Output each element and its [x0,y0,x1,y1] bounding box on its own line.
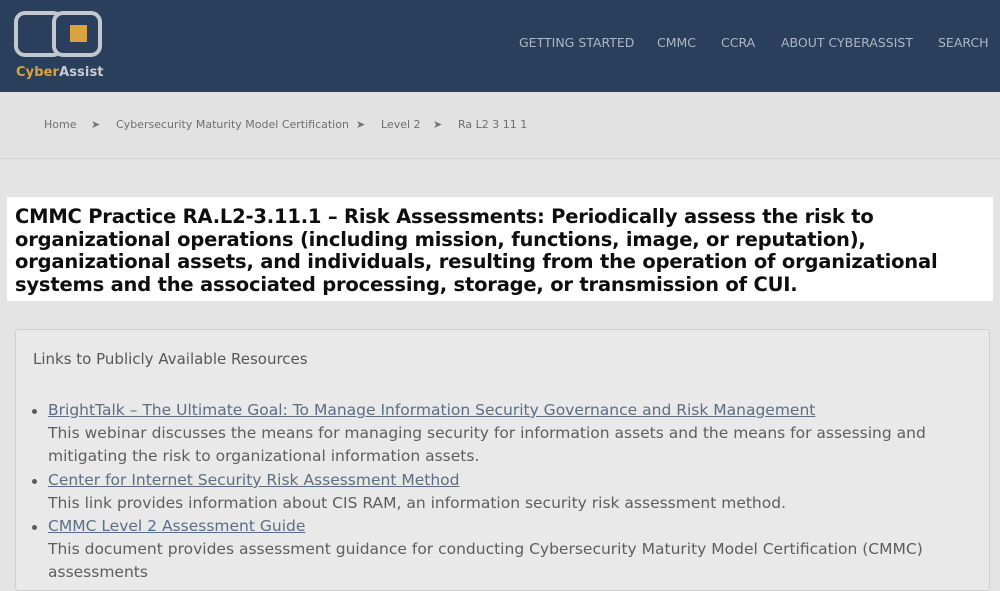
breadcrumb-separator-icon: ➤ [433,118,443,131]
resources-title: Links to Publicly Available Resources [33,350,308,368]
breadcrumb-separator-icon: ➤ [356,118,366,131]
breadcrumb-separator-icon: ➤ [91,118,101,131]
resource-description: This document provides assessment guidan… [48,540,923,581]
nav-cmmc[interactable]: CMMC [657,35,696,50]
brand-wordmark[interactable]: CyberAssist [16,65,104,80]
breadcrumb-home[interactable]: Home [44,118,76,131]
resource-link-cis-ram[interactable]: Center for Internet Security Risk Assess… [48,471,459,489]
page-title: CMMC Practice RA.L2-3.11.1 – Risk Assess… [15,205,938,296]
bullet-icon [32,525,37,530]
breadcrumb-cmmc[interactable]: Cybersecurity Maturity Model Certificati… [116,118,349,131]
nav-search[interactable]: SEARCH [938,35,989,50]
page-title-highlight: CMMC Practice RA.L2-3.11.1 – Risk Assess… [7,197,993,301]
nav-ccra[interactable]: CCRA [721,35,755,50]
breadcrumb-current: Ra L2 3 11 1 [458,118,528,131]
resource-link-assessment-guide[interactable]: CMMC Level 2 Assessment Guide [48,517,305,535]
bullet-icon [32,479,37,484]
site-header: CyberAssist GETTING STARTED CMMC CCRA AB… [0,0,1000,92]
breadcrumb-level-2[interactable]: Level 2 [381,118,421,131]
nav-getting-started[interactable]: GETTING STARTED [519,35,634,50]
resources-panel: Links to Publicly Available Resources Br… [15,329,990,591]
resource-link-brighttalk[interactable]: BrightTalk – The Ultimate Goal: To Manag… [48,401,815,419]
resource-description: This link provides information about CIS… [48,494,787,512]
resource-description: This webinar discusses the means for man… [48,424,926,465]
nav-about-cyberassist[interactable]: ABOUT CYBERASSIST [781,35,913,50]
main-nav: GETTING STARTED CMMC CCRA ABOUT CYBERASS… [0,35,1000,55]
breadcrumb: Home ➤ Cybersecurity Maturity Model Cert… [0,92,1000,159]
bullet-icon [32,409,37,414]
